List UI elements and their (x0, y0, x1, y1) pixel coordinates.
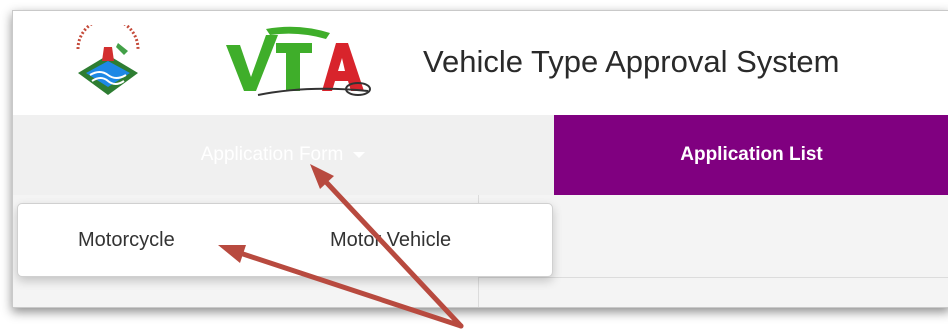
nav-application-list[interactable]: Application List (554, 115, 948, 195)
app-title: Vehicle Type Approval System (423, 44, 840, 79)
content-divider (478, 277, 948, 278)
navbar: Application Form Application List (13, 115, 948, 195)
vta-logo-icon (226, 26, 371, 96)
nav-application-list-label: Application List (680, 144, 823, 165)
nav-application-form[interactable]: Application Form (13, 115, 553, 195)
nav-application-form-label: Application Form (200, 144, 344, 165)
dropdown-item-motorcycle[interactable]: Motorcycle (78, 204, 175, 276)
agency-logo-icon (76, 25, 140, 95)
header: Vehicle Type Approval System (13, 11, 948, 115)
application-form-dropdown: Motorcycle Motor Vehicle (17, 203, 553, 277)
caret-down-icon (353, 152, 366, 158)
dropdown-item-motor-vehicle[interactable]: Motor Vehicle (330, 204, 451, 276)
screenshot-frame: Vehicle Type Approval System Application… (12, 10, 948, 308)
